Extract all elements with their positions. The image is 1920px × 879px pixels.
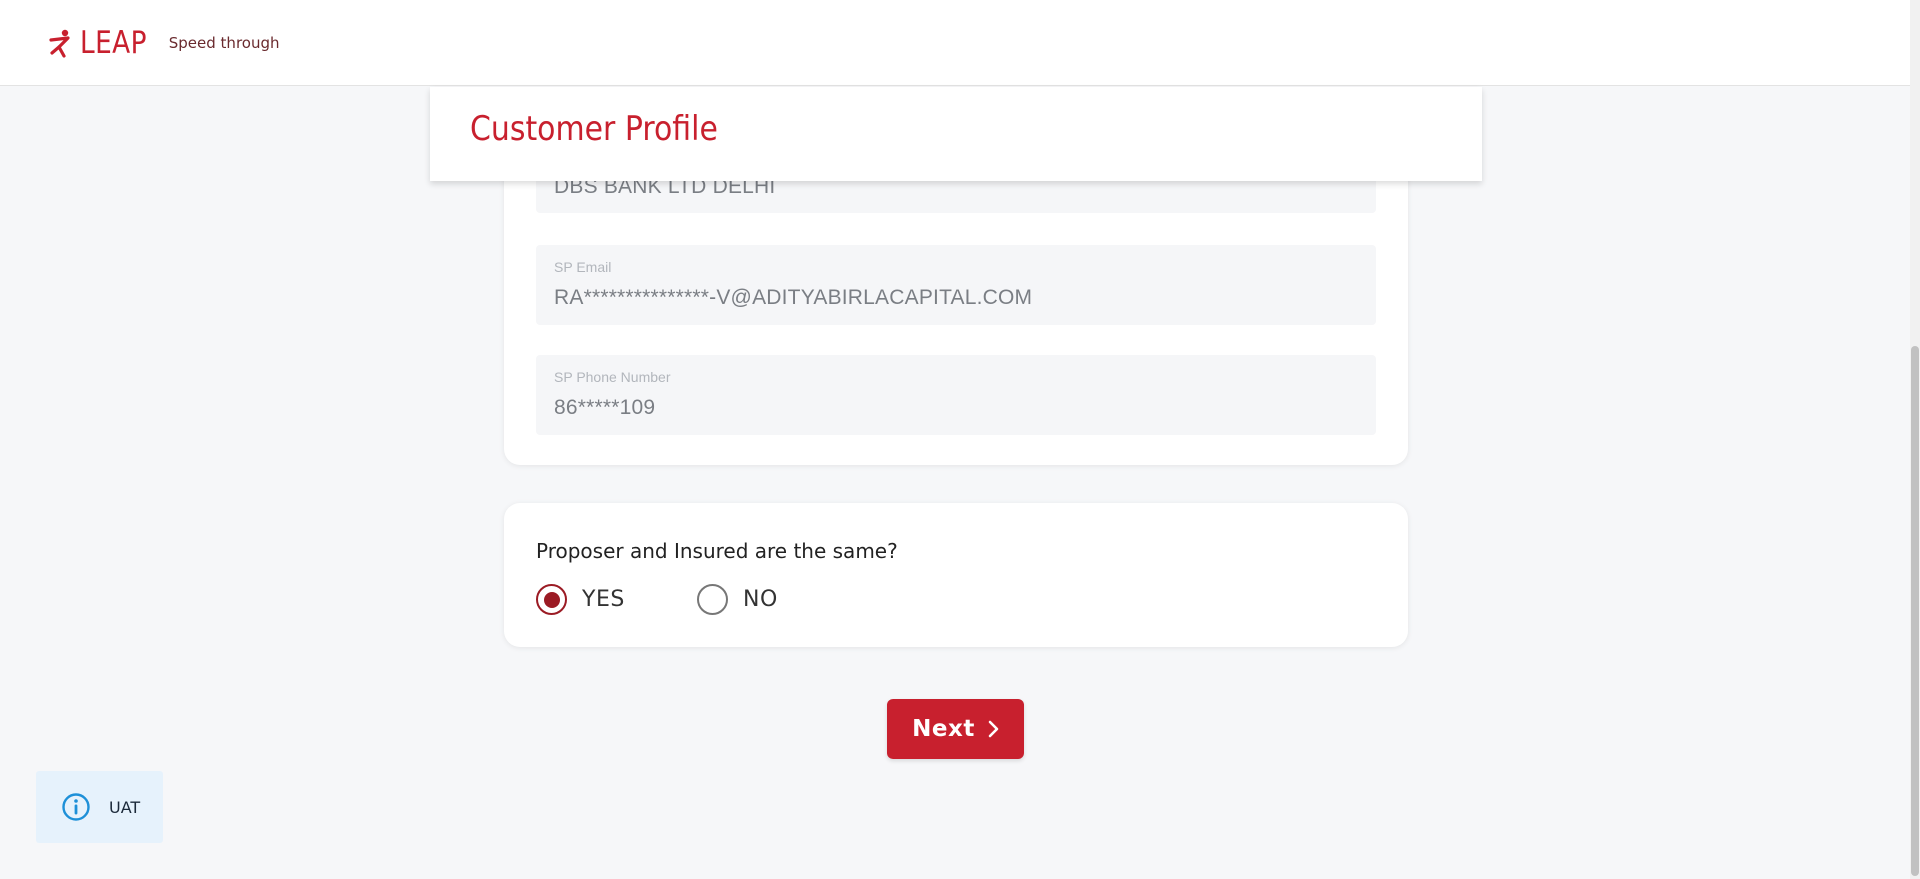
- question-text: Proposer and Insured are the same?: [536, 539, 898, 563]
- tagline: Speed through: [168, 33, 280, 52]
- page-header: Customer Profile: [430, 87, 1482, 181]
- next-button[interactable]: Next: [887, 699, 1024, 759]
- logo-text: LEAP: [80, 24, 147, 61]
- sp-email-field[interactable]: SP Email RA***************-V@ADITYABIRLA…: [536, 245, 1376, 325]
- info-icon: [62, 793, 90, 821]
- chevron-right-icon: [988, 720, 999, 738]
- sp-details-card: DBS BANK LTD DELHI SP Email RA**********…: [504, 150, 1408, 465]
- scrollbar-track[interactable]: [1910, 0, 1920, 879]
- environment-label: UAT: [109, 797, 141, 817]
- environment-badge[interactable]: UAT: [36, 771, 163, 843]
- radio-no[interactable]: NO: [697, 584, 778, 615]
- scrollbar-thumb[interactable]: [1911, 346, 1919, 876]
- sp-email-value: RA***************-V@ADITYABIRLACAPITAL.C…: [554, 286, 1033, 309]
- sp-phone-field[interactable]: SP Phone Number 86*****109: [536, 355, 1376, 435]
- sp-email-label: SP Email: [554, 259, 612, 275]
- radio-yes-label: YES: [582, 587, 625, 612]
- radio-yes[interactable]: YES: [536, 584, 625, 615]
- radio-yes-circle[interactable]: [536, 584, 567, 615]
- radio-no-circle[interactable]: [697, 584, 728, 615]
- top-bar: LEAP Speed through: [0, 0, 1910, 86]
- proposer-insured-card: Proposer and Insured are the same? YES N…: [504, 503, 1408, 647]
- running-figure-icon: [49, 29, 70, 58]
- leap-logo[interactable]: LEAP: [48, 25, 151, 61]
- radio-selected-dot: [543, 591, 560, 608]
- next-button-label: Next: [912, 716, 975, 742]
- sp-phone-value: 86*****109: [554, 396, 656, 419]
- sp-phone-label: SP Phone Number: [554, 369, 671, 385]
- radio-no-label: NO: [743, 587, 778, 612]
- page-title: Customer Profile: [470, 109, 718, 149]
